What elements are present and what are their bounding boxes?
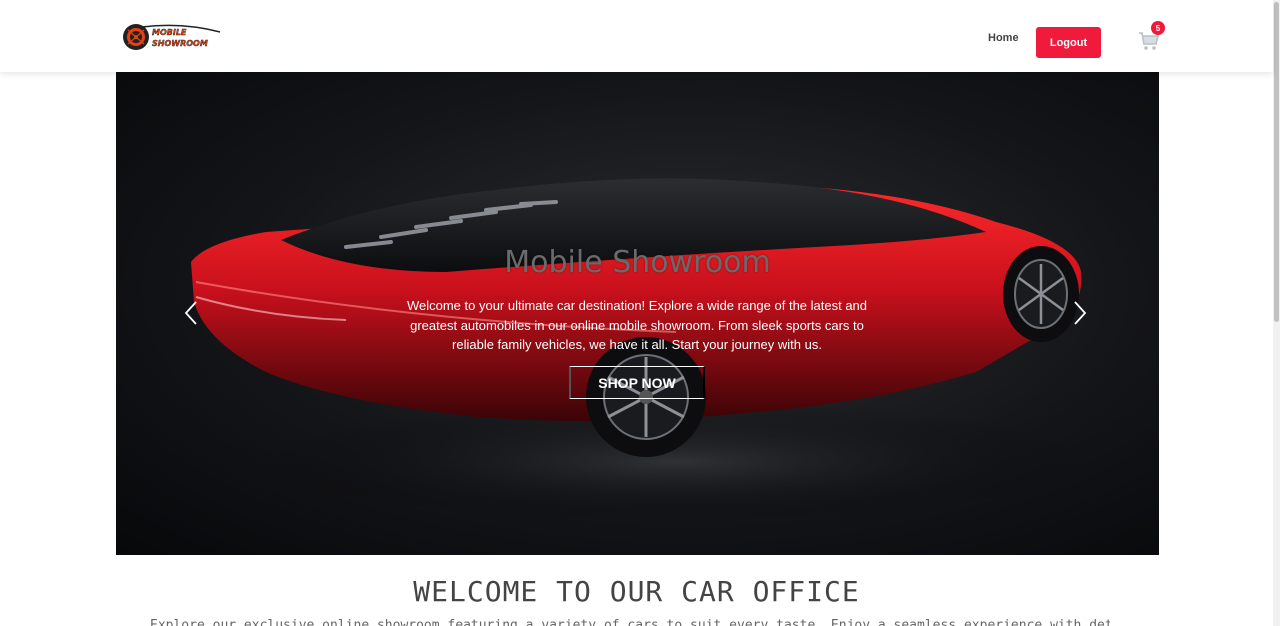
- nav-home-link[interactable]: Home: [988, 32, 1019, 44]
- shop-now-button[interactable]: SHOP NOW: [569, 366, 705, 399]
- hero-description: Welcome to your ultimate car destination…: [406, 298, 868, 352]
- top-navbar: MOBILE SHOWROOM Home Logout 5: [0, 0, 1273, 72]
- welcome-heading: WELCOME TO OUR CAR OFFICE: [413, 575, 860, 608]
- cart-count-badge: 5: [1151, 21, 1165, 35]
- chevron-left-icon[interactable]: [182, 298, 202, 328]
- logo-text-top: MOBILE: [152, 28, 187, 37]
- welcome-paragraph: Explore our exclusive online showroom fe…: [150, 618, 1110, 626]
- scrollbar-thumb[interactable]: [1274, 2, 1279, 322]
- hero-carousel: Mobile Showroom Welcome to your ultimate…: [116, 72, 1159, 555]
- brand-logo[interactable]: MOBILE SHOWROOM: [122, 22, 222, 52]
- logo-text-bottom: SHOWROOM: [152, 39, 208, 48]
- chevron-right-icon[interactable]: [1069, 298, 1089, 328]
- hero-title: Mobile Showroom: [504, 245, 771, 280]
- logout-button[interactable]: Logout: [1036, 27, 1101, 58]
